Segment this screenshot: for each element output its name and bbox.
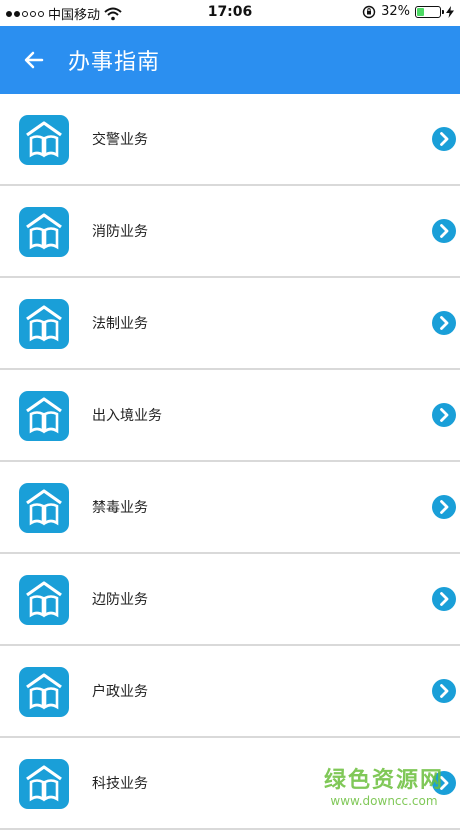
chevron-right-circle-icon[interactable]	[432, 679, 456, 703]
list-item[interactable]: 出入境业务	[0, 370, 460, 462]
list-item[interactable]: 户政业务	[0, 646, 460, 738]
book-house-icon	[19, 575, 69, 625]
book-house-icon	[19, 115, 69, 165]
arrow-left-icon[interactable]	[22, 48, 46, 72]
page-title: 办事指南	[68, 50, 161, 75]
list-item-label: 禁毒业务	[92, 500, 148, 516]
orientation-lock-icon	[362, 5, 376, 18]
chevron-right-circle-icon[interactable]	[432, 495, 456, 519]
list-item-label: 边防业务	[92, 592, 148, 608]
book-house-icon	[19, 667, 69, 717]
list-item[interactable]: 边防业务	[0, 554, 460, 646]
list-item-label: 消防业务	[92, 224, 148, 240]
list-item-label: 户政业务	[92, 684, 148, 700]
chevron-right-circle-icon[interactable]	[432, 403, 456, 427]
list-item[interactable]: 法制业务	[0, 278, 460, 370]
chevron-right-circle-icon[interactable]	[432, 311, 456, 335]
charging-bolt-icon	[446, 5, 454, 18]
list-item-label: 科技业务	[92, 776, 148, 792]
status-bar: 中国移动 17:06 32%	[0, 0, 460, 26]
list-item[interactable]: 交警业务	[0, 94, 460, 186]
list-item-label: 法制业务	[92, 316, 148, 332]
book-house-icon	[19, 759, 69, 809]
book-house-icon	[19, 207, 69, 257]
list-item-label: 交警业务	[92, 132, 148, 148]
book-house-icon	[19, 483, 69, 533]
list-item-label: 出入境业务	[92, 408, 162, 424]
service-guide-list: 交警业务 消防业务 法制业务 出入境业务 禁毒业务 边防业务 户政业务 科技业务	[0, 94, 460, 830]
chevron-right-circle-icon[interactable]	[432, 127, 456, 151]
list-item[interactable]: 消防业务	[0, 186, 460, 278]
battery-percent: 32%	[381, 4, 410, 19]
chevron-right-circle-icon[interactable]	[432, 219, 456, 243]
battery-icon	[415, 5, 444, 18]
app-header: 办事指南	[0, 26, 460, 94]
status-right: 32%	[362, 4, 454, 19]
chevron-right-circle-icon[interactable]	[432, 771, 456, 795]
list-item[interactable]: 禁毒业务	[0, 462, 460, 554]
battery-fill	[417, 7, 424, 16]
book-house-icon	[19, 391, 69, 441]
list-item[interactable]: 科技业务	[0, 738, 460, 830]
book-house-icon	[19, 299, 69, 349]
chevron-right-circle-icon[interactable]	[432, 587, 456, 611]
